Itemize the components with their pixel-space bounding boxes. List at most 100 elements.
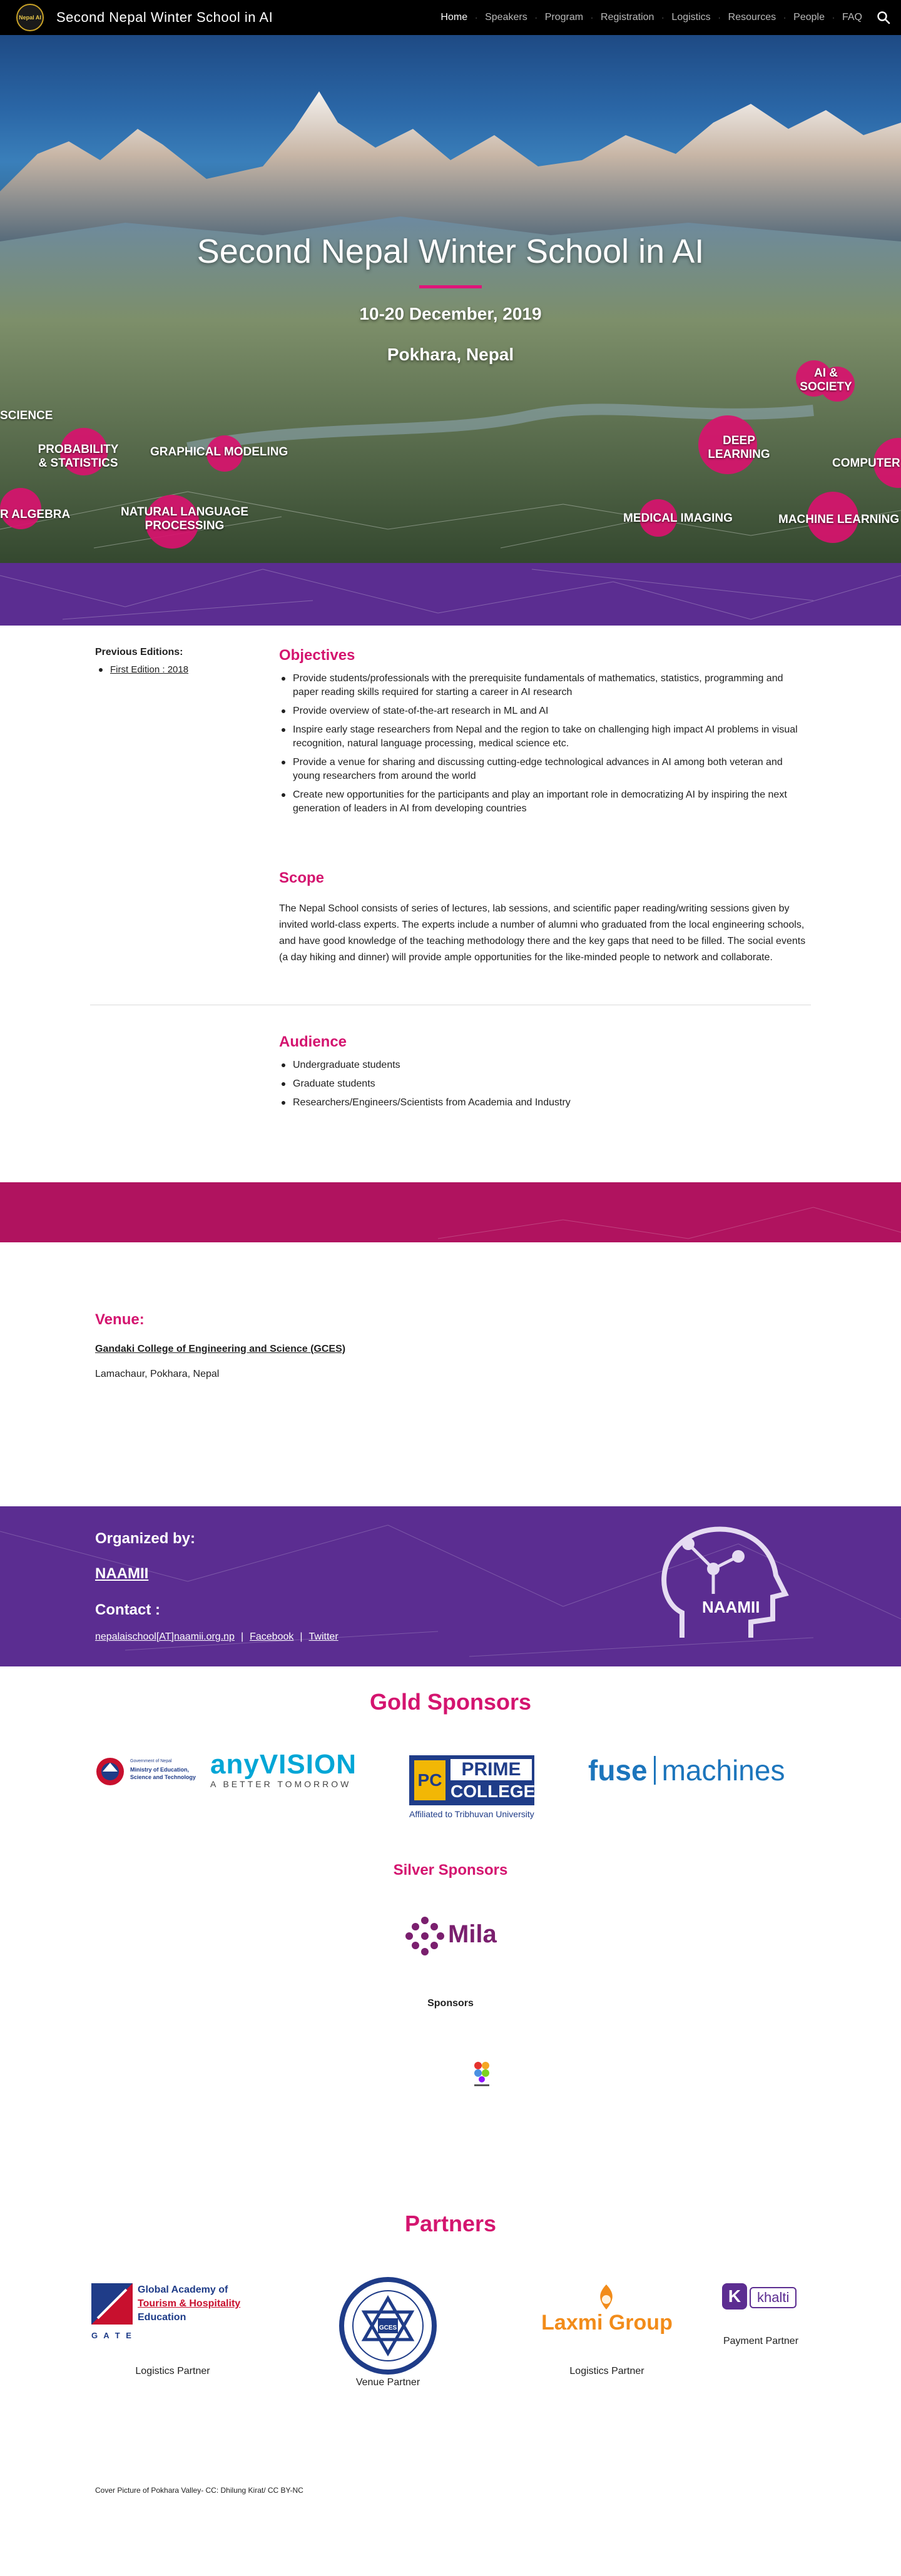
network-lines-decoration	[0, 569, 901, 620]
logo-line: Science and Technology	[130, 1774, 196, 1780]
nav-item-program[interactable]: Program	[541, 12, 587, 23]
nav-separator: ·	[591, 13, 594, 22]
contact-links: nepalaischool[AT]naamii.org.np | Faceboo…	[95, 1631, 339, 1643]
prime-badge: PC	[414, 1760, 445, 1800]
objectives-heading: Objectives	[279, 647, 355, 664]
venue-address: Lamachaur, Pokhara, Nepal	[95, 1369, 220, 1379]
fusemachines-logo[interactable]: fuse machines	[588, 1752, 813, 1789]
logo-line: Tourism & Hospitality	[138, 2298, 241, 2309]
prime-tagline: Affiliated to Tribhuvan University	[409, 1809, 534, 1819]
nav-item-home[interactable]: Home	[437, 12, 471, 23]
link-separator: |	[300, 1631, 303, 1642]
organized-by-heading: Organized by:	[95, 1530, 196, 1547]
logo-line: Ministry of Education,	[130, 1767, 190, 1773]
network-lines-decoration	[437, 1207, 901, 1239]
scope-text: The Nepal School consists of series of l…	[279, 903, 806, 963]
magenta-divider-band	[0, 1182, 901, 1242]
khalti-logo[interactable]: K khalti	[722, 2283, 800, 2310]
objectives-list: Provide students/professionals with the …	[279, 672, 811, 821]
list-item: Undergraduate students	[279, 1058, 811, 1072]
logo-line: machines	[661, 1754, 785, 1787]
scope-heading: Scope	[279, 870, 325, 886]
gces-logo[interactable]: GCES	[338, 2277, 438, 2375]
hero-date: 10-20 December, 2019	[359, 304, 542, 323]
logo-line: Education	[138, 2312, 186, 2323]
nav-separator: ·	[475, 13, 478, 22]
silver-sponsors-heading: Silver Sponsors	[393, 1862, 508, 1879]
nav-separator: ·	[783, 13, 786, 22]
facebook-link[interactable]: Facebook	[250, 1631, 293, 1643]
logo-line: COLLEGE	[450, 1782, 536, 1801]
khalti-k-icon: K	[722, 2283, 747, 2310]
topic-medical-imaging: MEDICAL IMAGING	[623, 512, 733, 525]
list-item: Provide a venue for sharing and discussi…	[279, 756, 811, 783]
audience-heading: Audience	[279, 1033, 347, 1050]
audience-list: Undergraduate students Graduate students…	[279, 1058, 811, 1115]
top-nav: Nepal AI Second Nepal Winter School in A…	[0, 0, 901, 35]
naamii-link[interactable]: NAAMII	[95, 1565, 148, 1583]
prime-college-logo[interactable]: PC PRIME COLLEGE Affiliated to Tribhuvan…	[409, 1755, 553, 1824]
topic-nlp: NATURAL LANGUAGE PROCESSING	[120, 505, 249, 532]
nav-separator: ·	[534, 13, 537, 22]
nav-item-speakers[interactable]: Speakers	[481, 12, 531, 23]
gate-logo[interactable]: Global Academy of Tourism & Hospitality …	[91, 2283, 248, 2343]
hero-title: Second Nepal Winter School in AI	[196, 233, 705, 270]
topic-deep-learning: DEEP LEARNING	[708, 434, 770, 461]
hero-accent-rule	[419, 285, 482, 288]
logo-line: fuse	[588, 1754, 648, 1787]
contact-heading: Contact :	[95, 1601, 160, 1618]
list-item: First Edition : 2018	[95, 664, 188, 675]
nepal-emblem-icon	[96, 1758, 124, 1785]
nav-separator: ·	[832, 13, 835, 22]
ministry-of-education-logo[interactable]: Government of Nepal Ministry of Educatio…	[91, 1755, 198, 1788]
sponsor-small-logo[interactable]	[469, 2059, 494, 2088]
list-item: Create new opportunities for the partici…	[279, 788, 811, 816]
cover-credit: Cover Picture of Pokhara Valley- CC: Dhi…	[95, 2486, 303, 2495]
email-link[interactable]: nepalaischool[AT]naamii.org.np	[95, 1631, 235, 1643]
partners-heading: Partners	[404, 2211, 497, 2236]
list-item: Researchers/Engineers/Scientists from Ac…	[279, 1096, 811, 1110]
gold-sponsors-heading: Gold Sponsors	[369, 1689, 531, 1715]
nav-separator: ·	[718, 13, 721, 22]
sponsors-label: Sponsors	[427, 1998, 474, 2009]
search-icon[interactable]	[876, 10, 891, 25]
topic-graphical-modeling: GRAPHICAL MODELING	[150, 445, 288, 459]
gate-short-name: G A T E	[91, 2331, 133, 2340]
nav-item-people[interactable]: People	[790, 12, 828, 23]
nav-item-logistics[interactable]: Logistics	[668, 12, 714, 23]
topic-ai-society: AI & SOCIETY	[800, 367, 852, 393]
anyvision-logo[interactable]: anyVISION A BETTER TOMORROW	[210, 1749, 379, 1794]
laxmi-group-logo[interactable]: Laxmi Group	[538, 2283, 676, 2340]
list-item: Graduate students	[279, 1077, 811, 1091]
mila-logo[interactable]: Mila	[404, 1914, 504, 1958]
partner-role-label: Payment Partner	[723, 2336, 799, 2346]
site-logo[interactable]: Nepal AI	[16, 4, 44, 31]
gate-emblem-icon	[91, 2283, 133, 2325]
venue-name-link[interactable]: Gandaki College of Engineering and Scien…	[95, 1344, 345, 1355]
first-edition-link[interactable]: First Edition : 2018	[110, 664, 188, 675]
list-item: Provide overview of state-of-the-art res…	[279, 704, 811, 718]
logo-line: Government of Nepal	[130, 1759, 172, 1763]
link-separator: |	[240, 1631, 244, 1642]
purple-divider-band	[0, 563, 901, 626]
topic-science: SCIENCE	[0, 409, 53, 422]
nav-item-faq[interactable]: FAQ	[838, 12, 866, 23]
topic-probability-statistics: PROBABILITY & STATISTICS	[38, 443, 119, 470]
logo-line: PRIME	[450, 1759, 532, 1780]
nav-item-registration[interactable]: Registration	[597, 12, 658, 23]
site-title[interactable]: Second Nepal Winter School in AI	[56, 9, 273, 26]
laxmi-wordmark: Laxmi Group	[541, 2311, 673, 2335]
nav-links: Home · Speakers · Program · Registration…	[437, 0, 866, 35]
partner-role-label: Logistics Partner	[569, 2366, 644, 2376]
anyvision-tagline: A BETTER TOMORROW	[210, 1779, 352, 1789]
nav-item-resources[interactable]: Resources	[725, 12, 780, 23]
logo-line: Global Academy of	[138, 2284, 228, 2295]
hero-banner: Second Nepal Winter School in AI 10-20 D…	[0, 35, 901, 563]
topic-linear-algebra: R ALGEBRA	[0, 508, 71, 521]
previous-editions-title: Previous Editions:	[95, 647, 183, 657]
anyvision-wordmark: anyVISION	[210, 1749, 357, 1780]
venue-heading: Venue:	[95, 1311, 145, 1328]
twitter-link[interactable]: Twitter	[309, 1631, 339, 1643]
mila-wordmark: Mila	[448, 1920, 497, 1948]
list-item: Provide students/professionals with the …	[279, 672, 811, 699]
